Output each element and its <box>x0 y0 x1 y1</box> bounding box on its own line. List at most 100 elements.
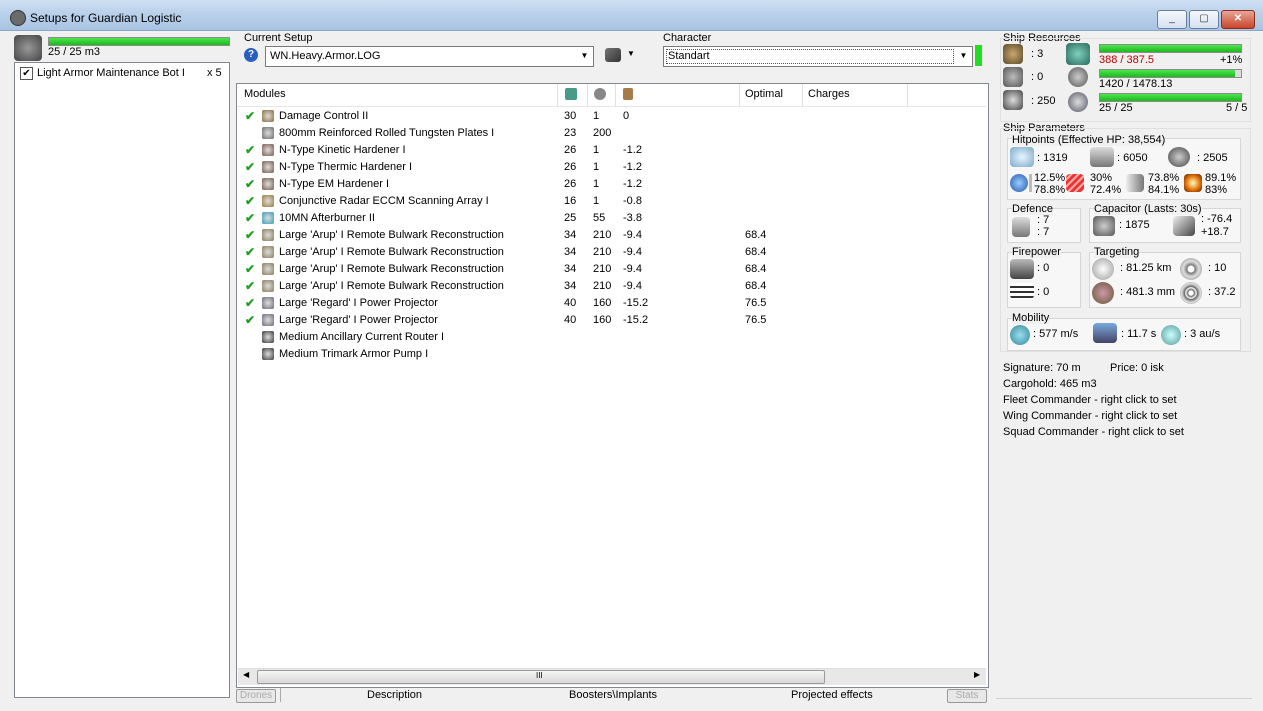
squad-commander[interactable]: Squad Commander - right click to set <box>1003 426 1184 438</box>
module-cpu: 23 <box>564 127 577 139</box>
fleet-commander[interactable]: Fleet Commander - right click to set <box>1003 394 1177 406</box>
table-row[interactable]: Medium Trimark Armor Pump I <box>239 346 979 363</box>
description-tab[interactable]: Description <box>367 689 422 703</box>
turret-hardpoint-icon <box>1003 44 1023 64</box>
close-button[interactable]: ✕ <box>1221 10 1255 29</box>
capacitor-recharge-icon <box>1173 216 1195 236</box>
status-check-icon: ✔ <box>245 177 256 191</box>
firepower-missile: : 0 <box>1037 286 1050 298</box>
slots-bar <box>1099 93 1242 102</box>
table-row[interactable]: Medium Ancillary Current Router I <box>239 329 979 346</box>
powergrid-icon[interactable] <box>594 88 606 100</box>
scroll-right-icon[interactable]: ▶ <box>974 670 980 679</box>
module-cpu: 16 <box>564 195 577 207</box>
speed-icon <box>1010 325 1030 345</box>
module-cpu: 40 <box>564 314 577 326</box>
scroll-left-icon[interactable]: ◀ <box>243 670 249 679</box>
character-select[interactable]: Standart ▼ <box>663 46 973 67</box>
thermal-resist-armor: 72.4% <box>1090 184 1122 196</box>
table-row[interactable]: ✔ Conjunctive Radar ECCM Scanning Array I… <box>239 193 979 210</box>
stats-tab[interactable]: Stats <box>947 689 987 703</box>
app-icon <box>10 10 26 26</box>
module-name: 800mm Reinforced Rolled Tungsten Plates … <box>279 127 495 139</box>
module-powergrid: 1 <box>593 195 600 207</box>
module-icon <box>262 178 274 190</box>
drones-tab[interactable]: Drones <box>236 689 276 703</box>
scrollbar-thumb[interactable]: III <box>257 670 825 684</box>
module-powergrid: 55 <box>593 212 606 224</box>
table-row[interactable]: ✔ Large 'Arup' I Remote Bulwark Reconstru… <box>239 227 979 244</box>
ship-menu-icon[interactable] <box>605 48 621 62</box>
drone-bandwidth-bar <box>48 37 230 46</box>
drone-list[interactable] <box>14 62 230 698</box>
cpu-icon[interactable] <box>565 88 577 100</box>
maximize-button[interactable]: ▢ <box>1189 10 1219 29</box>
wing-commander[interactable]: Wing Commander - right click to set <box>1003 410 1177 422</box>
drone-checkbox[interactable]: ✔ <box>20 67 33 80</box>
module-cpu: 34 <box>564 280 577 292</box>
drone-item[interactable]: ✔ Light Armor Maintenance Bot I x 5 <box>18 65 224 81</box>
chevron-down-icon: ▼ <box>580 51 589 60</box>
setup-value: WN.Heavy.Armor.LOG <box>270 50 381 62</box>
setup-select[interactable]: WN.Heavy.Armor.LOG ▼ <box>265 46 594 67</box>
table-row[interactable]: ✔ N-Type Kinetic Hardener I 26 1 -1.2 <box>239 142 979 159</box>
minimize-button[interactable]: _ <box>1157 10 1187 29</box>
turret-hardpoints: : 3 <box>1031 48 1044 60</box>
table-row[interactable]: ✔ Damage Control II 30 1 0 <box>239 108 979 125</box>
shield-icon <box>1010 147 1034 167</box>
table-row[interactable]: ✔ N-Type Thermic Hardener I 26 1 -1.2 <box>239 159 979 176</box>
sensor-strength-icon <box>1180 282 1202 304</box>
table-row[interactable]: ✔ N-Type EM Hardener I 26 1 -1.2 <box>239 176 979 193</box>
table-row[interactable]: ✔ 10MN Afterburner II 25 55 -3.8 <box>239 210 979 227</box>
column-optimal[interactable]: Optimal <box>745 88 783 100</box>
module-icon <box>262 161 274 173</box>
drone-bay-icon <box>14 35 42 61</box>
module-capacitor: -15.2 <box>623 314 649 326</box>
table-row[interactable]: ✔ Large 'Arup' I Remote Bulwark Reconstru… <box>239 261 979 278</box>
table-row[interactable]: ✔ Large 'Regard' I Power Projector 40 160 -1… <box>239 312 979 329</box>
module-cpu: 34 <box>564 263 577 275</box>
defence-value-b: : 7 <box>1037 226 1050 238</box>
status-check-icon: ✔ <box>245 228 256 242</box>
module-powergrid: 200 <box>593 127 612 139</box>
module-name: N-Type Kinetic Hardener I <box>279 144 406 156</box>
module-name: Medium Trimark Armor Pump I <box>279 348 429 360</box>
module-powergrid: 210 <box>593 263 612 275</box>
table-row[interactable]: ✔ Large 'Regard' I Power Projector 40 160 -1… <box>239 295 979 312</box>
align-time: : 11.7 s <box>1121 328 1157 340</box>
module-name: Large 'Regard' I Power Projector <box>279 297 438 309</box>
column-modules[interactable]: Modules <box>244 88 286 100</box>
table-row[interactable]: 800mm Reinforced Rolled Tungsten Plates … <box>239 125 979 142</box>
calibration-icon <box>1003 90 1023 110</box>
mobility-title: Mobility <box>1012 312 1050 324</box>
boosters-implants-tab[interactable]: Boosters\Implants <box>569 689 657 703</box>
slots-icon <box>1068 92 1088 112</box>
module-capacitor: -1.2 <box>623 178 642 190</box>
module-name: Damage Control II <box>279 110 369 122</box>
column-charges[interactable]: Charges <box>808 88 850 100</box>
module-icon <box>262 229 274 241</box>
module-capacitor: -1.2 <box>623 144 642 156</box>
module-capacitor: -9.4 <box>623 246 642 258</box>
table-row[interactable]: ✔ Large 'Arup' I Remote Bulwark Reconstru… <box>239 278 979 295</box>
ship-price: Price: 0 isk <box>1110 362 1164 374</box>
table-row[interactable]: ✔ Large 'Arup' I Remote Bulwark Reconstru… <box>239 244 979 261</box>
help-icon[interactable]: ? <box>244 48 258 62</box>
module-cpu: 26 <box>564 144 577 156</box>
powergrid-text: 1420 / 1478.13 <box>1099 78 1173 90</box>
projected-effects-tab[interactable]: Projected effects <box>791 689 873 703</box>
cpu-extra: +1% <box>1220 54 1243 66</box>
status-check-icon: ✔ <box>245 279 256 293</box>
ship-menu-chevron-icon[interactable]: ▼ <box>627 49 635 58</box>
capacitor-title: Capacitor (Lasts: 30s) <box>1094 203 1202 215</box>
status-check-icon: ✔ <box>245 245 256 259</box>
drone-count: x 5 <box>207 67 222 79</box>
thermal-resist-shield: 30% <box>1090 172 1113 184</box>
status-check-icon: ✔ <box>245 296 256 310</box>
module-powergrid: 1 <box>593 178 600 190</box>
cpu-icon <box>1066 43 1090 65</box>
module-powergrid: 160 <box>593 314 612 326</box>
firepower-turret: : 0 <box>1037 262 1050 274</box>
module-name: Conjunctive Radar ECCM Scanning Array I <box>279 195 489 207</box>
capacitor-icon[interactable] <box>623 88 633 100</box>
